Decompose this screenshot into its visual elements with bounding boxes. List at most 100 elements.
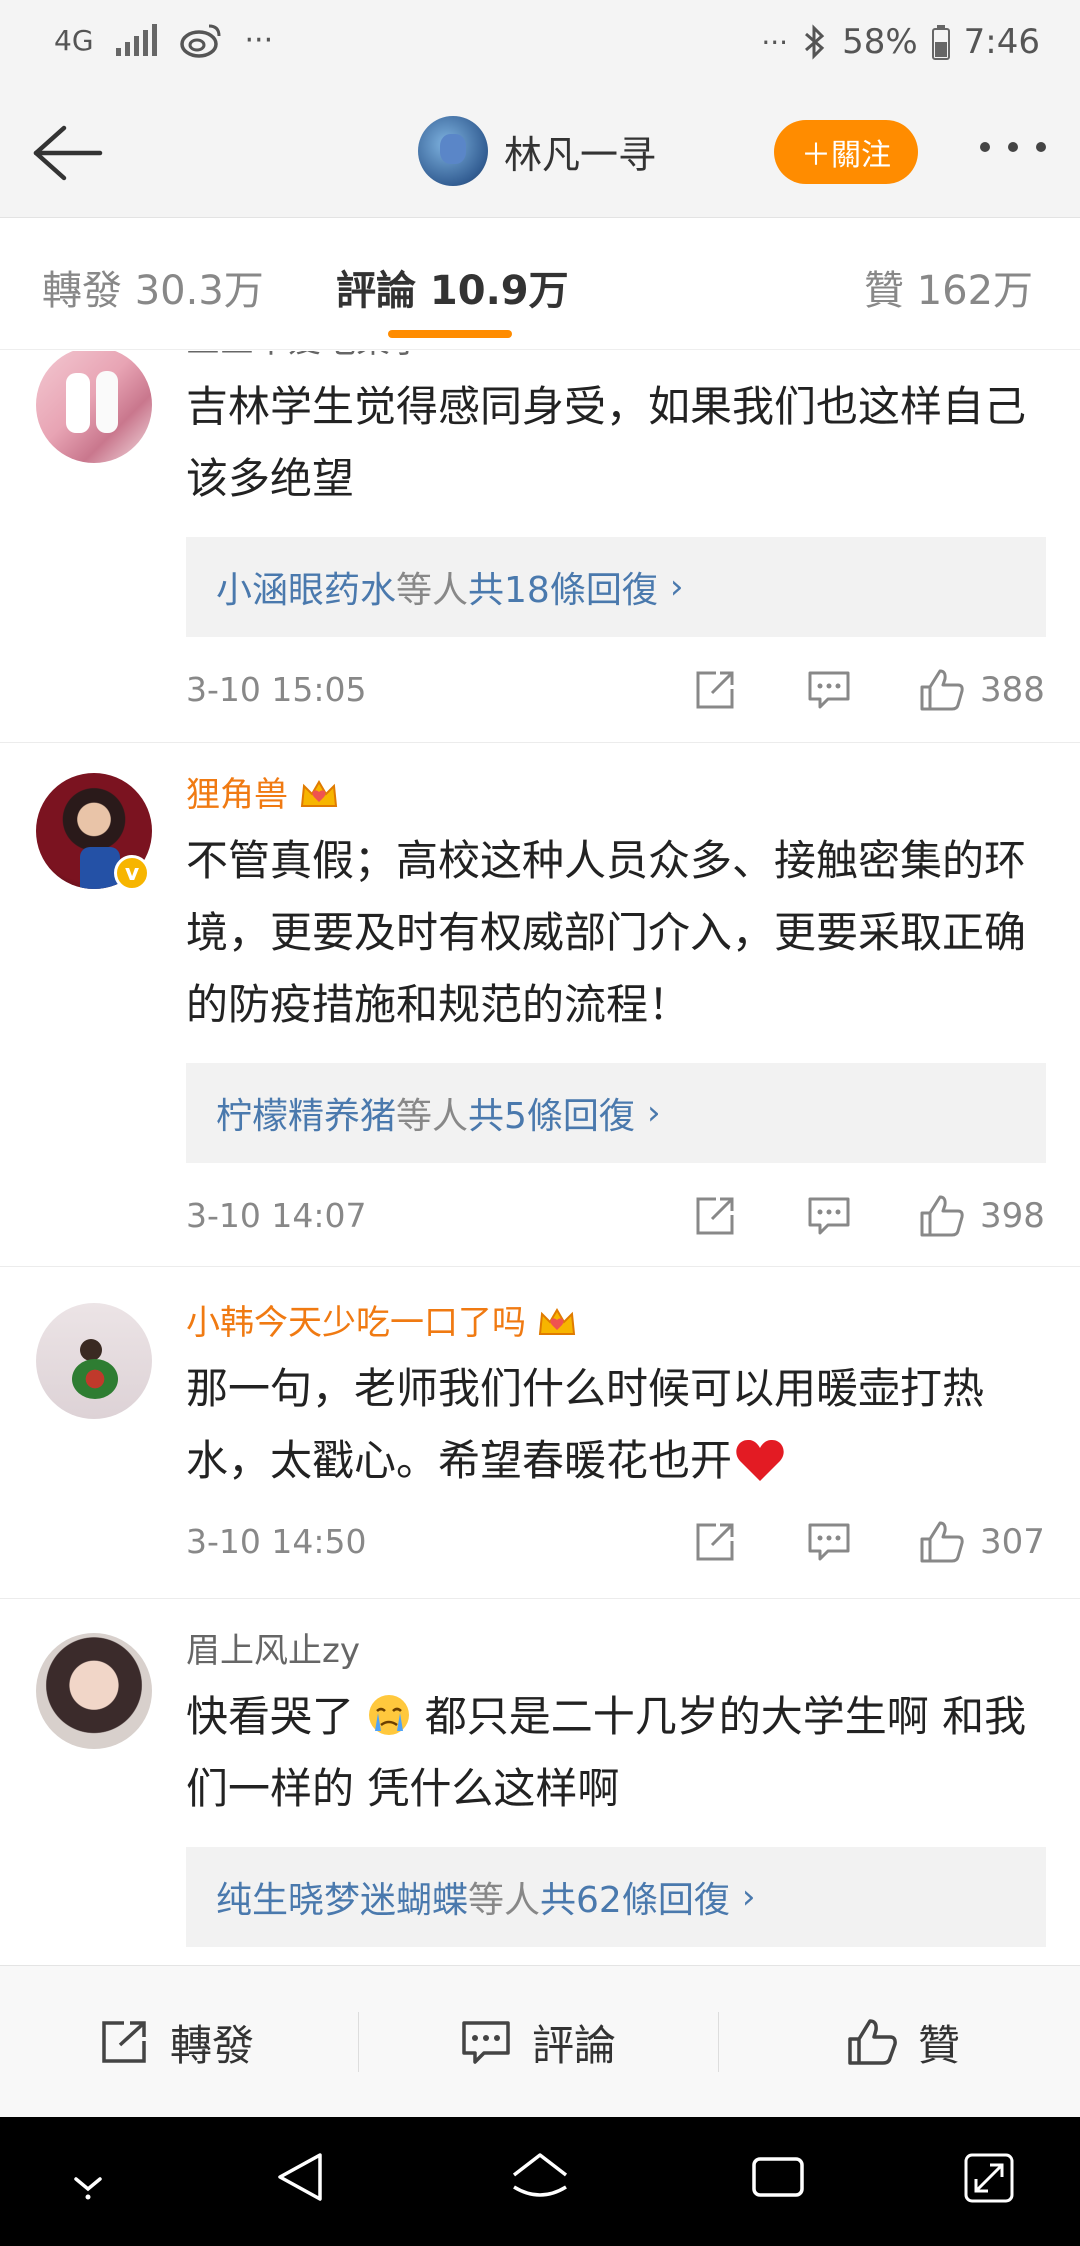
replies-preview[interactable]: 柠檬精养猪 等人 共5條回復 › — [186, 1063, 1046, 1163]
signal-icon — [115, 24, 157, 56]
reply-mid: 等人 — [396, 570, 469, 611]
nav-recents-icon[interactable] — [748, 2147, 808, 2207]
replies-preview[interactable]: 小涵眼药水 等人 共18條回復 › — [186, 537, 1046, 637]
comment-label: 評論 — [532, 2020, 617, 2070]
bluetooth-icon — [805, 24, 825, 60]
author-avatar[interactable] — [418, 116, 488, 186]
author-name[interactable]: 林凡一寻 — [504, 124, 656, 179]
comment-text-content: 那一句，老师我们什么时候可以用暖壶打热水，太戳心。希望春暖花也开 — [186, 1364, 985, 1485]
commenter-name[interactable]: 眉上风止zy — [186, 1627, 1046, 1675]
thumbs-up-icon[interactable] — [918, 667, 966, 713]
comment-button[interactable]: 評論 — [460, 1966, 616, 2118]
share-icon — [102, 2021, 146, 2063]
share-icon[interactable] — [692, 1519, 738, 1565]
tab-comments[interactable]: 評論 10.9万 — [336, 258, 569, 316]
tab-likes[interactable]: 贊 162万 — [864, 258, 1033, 316]
commenter-name[interactable]: 小韩今天少吃一口了吗 — [186, 1299, 1046, 1347]
replies-preview[interactable]: 纯生晓梦迷蝴蝶 等人 共62條回復 › — [186, 1847, 1046, 1947]
nav-home-icon[interactable] — [508, 2147, 572, 2207]
divider — [718, 2012, 719, 2072]
reply-mid: 等人 — [468, 1880, 541, 1921]
like-control[interactable]: 307 — [918, 1519, 1045, 1565]
like-count: 398 — [980, 1196, 1045, 1236]
reply-icon[interactable] — [806, 1193, 852, 1239]
follow-button[interactable]: ＋關注 — [774, 120, 918, 184]
comment-item: v 狸角兽 不管真假；高校这种人员众多、接触密集的环境，更要及时有权威部门介入，… — [0, 743, 1080, 1267]
commenter-avatar[interactable] — [36, 351, 152, 463]
comment-text-part: 快看哭了 — [186, 1692, 355, 1741]
crying-emoji-icon — [369, 1695, 410, 1735]
reply-icon[interactable] — [806, 667, 852, 713]
status-bar: 4G ··· ··· 58% 7:46 — [0, 0, 1080, 90]
network-indicator: 4G — [54, 23, 94, 57]
battery-icon — [931, 25, 950, 60]
comment-meta: 3-10 14:07 398 — [186, 1163, 1046, 1267]
comment-item: 眉上风止zy 快看哭了 都只是二十几岁的大学生啊 和我们一样的 凭什么这样啊 纯… — [0, 1599, 1080, 1965]
thumbs-up-icon — [848, 2019, 897, 2065]
reply-count[interactable]: 共62條回復 — [540, 1871, 730, 1923]
status-more-left: ··· — [244, 22, 274, 58]
comment-text: 吉林学生觉得感同身受，如果我们也这样自己该多绝望 — [186, 382, 1027, 503]
reply-icon[interactable] — [806, 1519, 852, 1565]
commenter-avatar[interactable] — [36, 1303, 152, 1419]
repost-button[interactable]: 轉發 — [98, 1966, 254, 2118]
more-options-icon[interactable] — [980, 142, 1046, 152]
weibo-icon — [179, 24, 221, 58]
vip-crown-icon — [538, 1308, 576, 1335]
clock: 7:46 — [963, 22, 1040, 62]
expand-icon[interactable] — [962, 2147, 1016, 2207]
comment-text: 那一句，老师我们什么时候可以用暖壶打热水，太戳心。希望春暖花也开 — [186, 1353, 1046, 1497]
like-button[interactable]: 贊 — [846, 1966, 960, 2118]
comment-item: 三三不爱吃栗子 吉林学生觉得感同身受，如果我们也这样自己该多绝望 小涵眼药水 等… — [0, 351, 1080, 743]
chevron-right-icon: › — [646, 1093, 661, 1133]
top-nav: 林凡一寻 ＋關注 — [0, 90, 1080, 218]
repost-label: 轉發 — [170, 2020, 255, 2070]
thumbs-up-icon[interactable] — [918, 1193, 966, 1239]
share-icon[interactable] — [692, 667, 738, 713]
detail-tabs: 轉發 30.3万 評論 10.9万 贊 162万 — [0, 218, 1080, 350]
comment-icon — [462, 2021, 510, 2064]
verified-badge-icon: v — [114, 855, 150, 891]
commenter-name-text[interactable]: 狸角兽 — [186, 771, 288, 819]
comment-time: 3-10 14:50 — [186, 1521, 367, 1561]
reply-names[interactable]: 柠檬精养猪 — [216, 1087, 396, 1139]
like-count: 307 — [980, 1522, 1045, 1562]
reply-count[interactable]: 共5條回復 — [468, 1087, 635, 1139]
chevron-down-icon[interactable] — [64, 2147, 112, 2207]
like-label: 贊 — [918, 2020, 961, 2070]
system-navigation-bar — [0, 2117, 1080, 2246]
red-heart-emoji-icon — [736, 1439, 784, 1481]
comment-text: 不管真假；高校这种人员众多、接触密集的环境，更要及时有权威部门介入，更要采取正确… — [186, 836, 1027, 1029]
like-control[interactable]: 398 — [918, 1193, 1045, 1239]
author-header[interactable]: 林凡一寻 — [418, 116, 656, 186]
reply-count[interactable]: 共18條回復 — [468, 561, 658, 613]
back-arrow-icon[interactable] — [28, 120, 104, 186]
reply-mid: 等人 — [396, 1096, 469, 1137]
comment-list[interactable]: 三三不爱吃栗子 吉林学生觉得感同身受，如果我们也这样自己该多绝望 小涵眼药水 等… — [0, 351, 1080, 1965]
reply-names[interactable]: 纯生晓梦迷蝴蝶 — [216, 1871, 468, 1923]
reply-names[interactable]: 小涵眼药水 — [216, 561, 396, 613]
status-more-right: ··· — [761, 25, 789, 59]
tab-repost[interactable]: 轉發 30.3万 — [42, 258, 264, 316]
like-control[interactable]: 388 — [918, 667, 1045, 713]
chevron-right-icon: › — [669, 567, 684, 607]
bottom-action-bar: 轉發 評論 贊 — [0, 1965, 1080, 2117]
chevron-right-icon: › — [741, 1877, 756, 1917]
comment-meta: 3-10 15:05 388 — [186, 637, 1046, 741]
comment-time: 3-10 14:07 — [186, 1195, 367, 1235]
vip-crown-icon — [300, 780, 338, 807]
comment-time: 3-10 15:05 — [186, 669, 367, 709]
active-tab-indicator — [388, 330, 512, 338]
comment-item: 小韩今天少吃一口了吗 那一句，老师我们什么时候可以用暖壶打热水，太戳心。希望春暖… — [0, 1267, 1080, 1599]
commenter-name[interactable]: 狸角兽 — [186, 771, 1046, 819]
commenter-name-text[interactable]: 小韩今天少吃一口了吗 — [186, 1299, 526, 1347]
divider — [358, 2012, 359, 2072]
battery-percent: 58% — [842, 22, 918, 62]
comment-meta: 3-10 14:50 307 — [186, 1489, 1046, 1593]
nav-back-icon[interactable] — [272, 2147, 328, 2207]
commenter-name[interactable]: 三三不爱吃栗子 — [186, 351, 1046, 365]
thumbs-up-icon[interactable] — [918, 1519, 966, 1565]
like-count: 388 — [980, 670, 1045, 710]
commenter-avatar[interactable] — [36, 1633, 152, 1749]
share-icon[interactable] — [692, 1193, 738, 1239]
